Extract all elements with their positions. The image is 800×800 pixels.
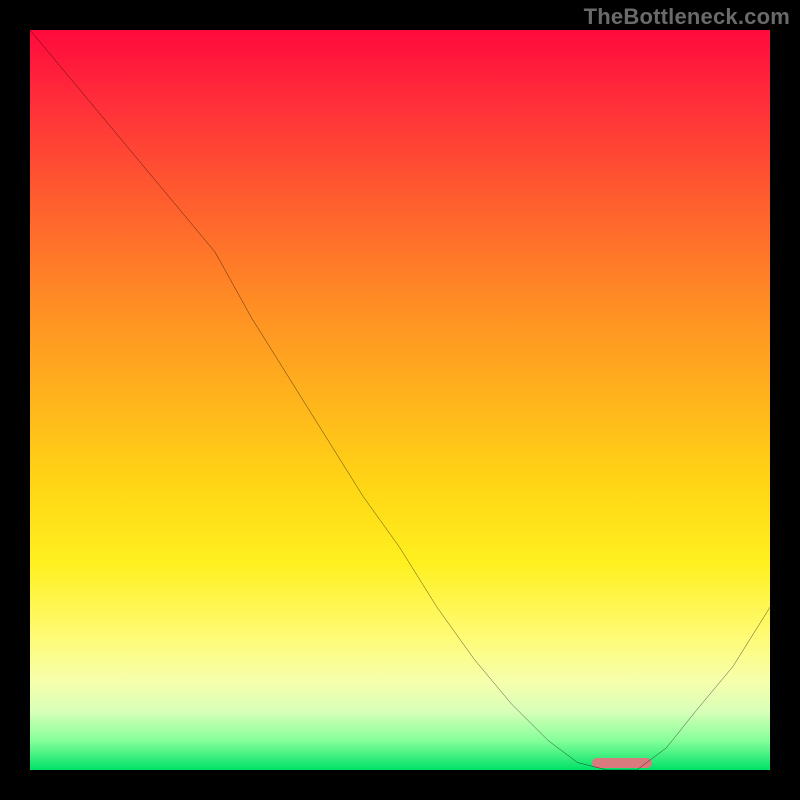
bottleneck-curve	[30, 30, 770, 770]
watermark-text: TheBottleneck.com	[584, 4, 790, 30]
chart-frame: TheBottleneck.com	[0, 0, 800, 800]
plot-area	[30, 30, 770, 770]
bottleneck-curve-path	[30, 30, 770, 770]
